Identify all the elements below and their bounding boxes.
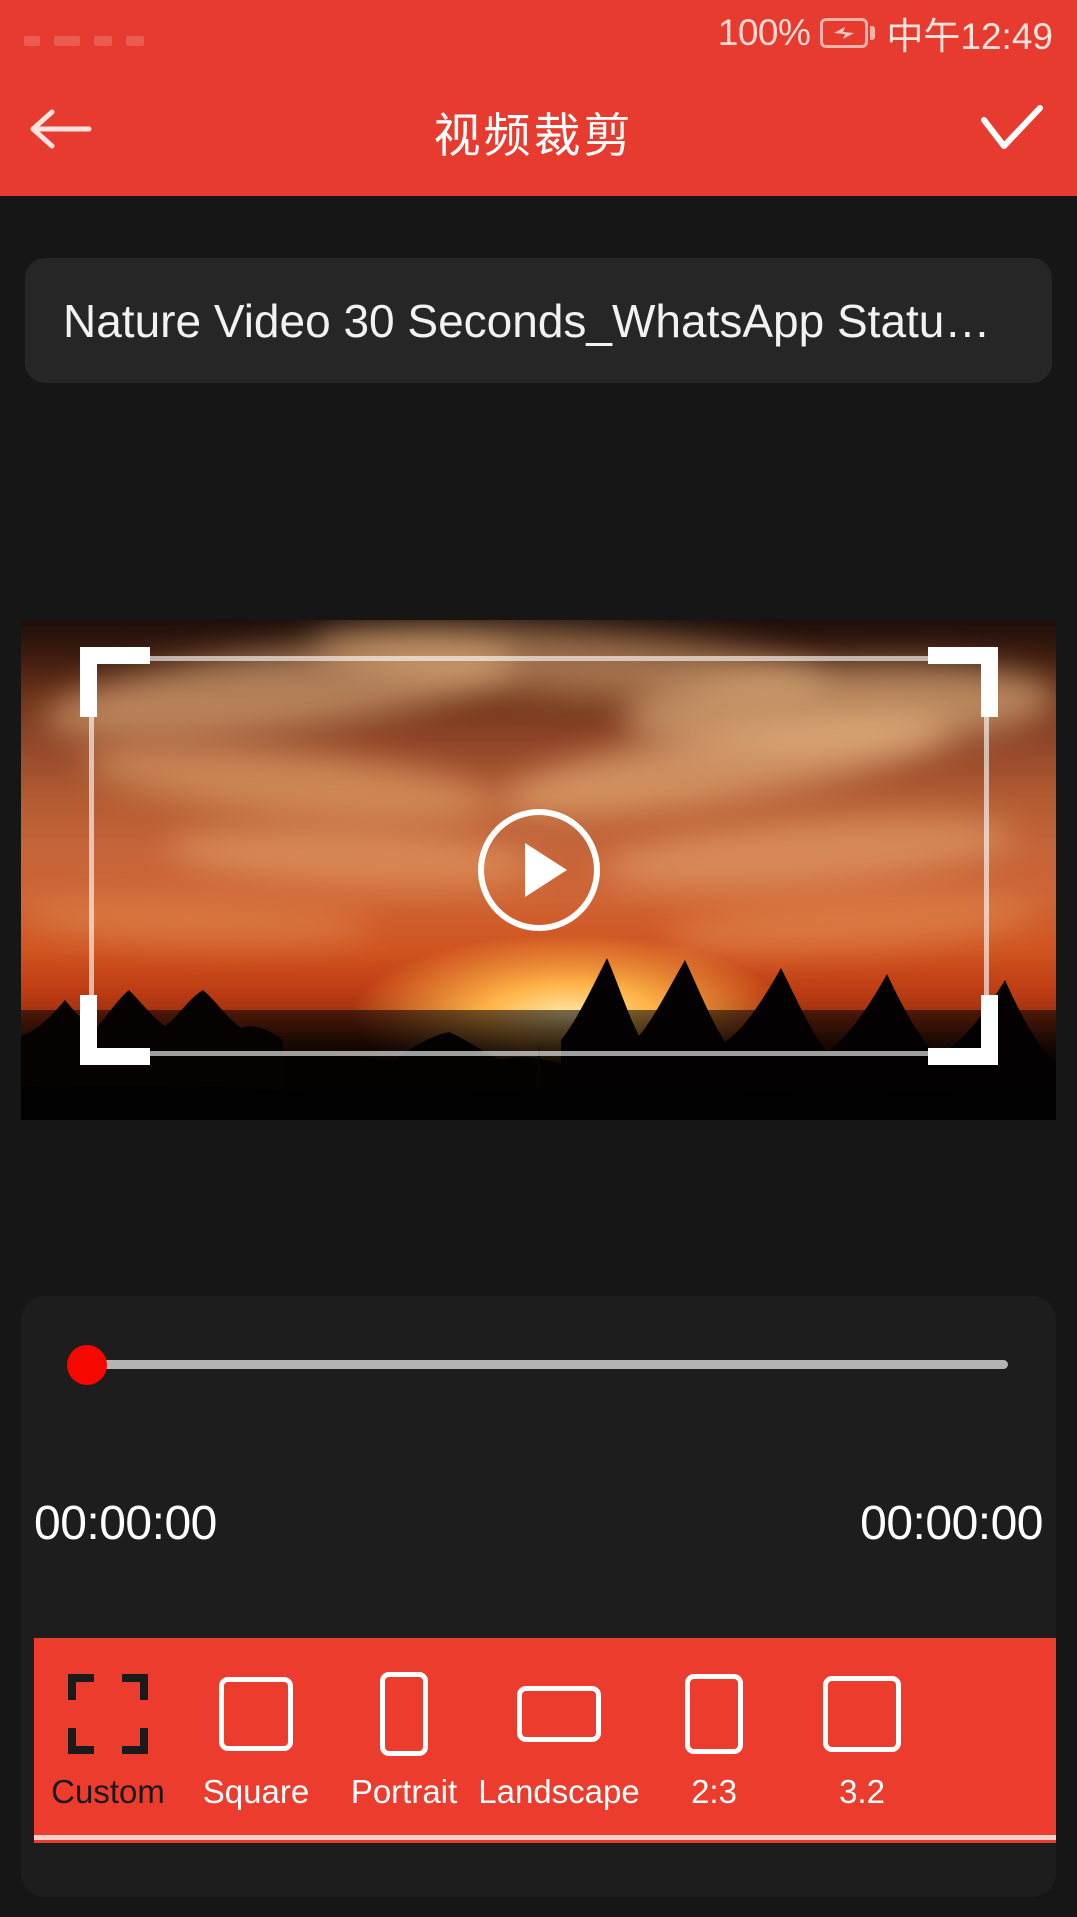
play-circle-icon[interactable] [477, 809, 600, 931]
battery-percent-label: 100% [717, 12, 811, 53]
ratio-option-custom-label: Custom [51, 1772, 165, 1810]
portrait-rect-icon [380, 1671, 428, 1757]
back-button[interactable] [0, 66, 120, 196]
page-title: 视频裁剪 [433, 108, 634, 162]
filename-field[interactable]: Nature Video 30 Seconds_WhatsApp Statu… [25, 258, 1052, 383]
notif-dot-3-icon [94, 36, 112, 46]
ratio-option-portrait[interactable]: Portrait [330, 1638, 478, 1843]
square-icon [219, 1671, 293, 1757]
landscape-rect-icon [517, 1671, 601, 1757]
app-bar: 视频裁剪 [0, 66, 1077, 196]
trim-end-time: 00:00:00 [860, 1497, 1043, 1550]
trim-slider-thumb[interactable] [67, 1345, 107, 1385]
trim-slider[interactable] [21, 1296, 1056, 1442]
ratio-option-landscape[interactable]: Landscape [478, 1638, 640, 1843]
crop-handle-bottom-left[interactable] [80, 995, 150, 1065]
ratio-option-square[interactable]: Square [182, 1638, 330, 1843]
status-bar-notifications [24, 20, 718, 46]
check-icon [978, 102, 1046, 161]
confirm-button[interactable] [947, 66, 1077, 196]
crop-handle-bottom-right[interactable] [928, 995, 998, 1065]
ratio-option-2-3[interactable]: 2:3 [640, 1638, 788, 1843]
ratio-option-portrait-label: Portrait [350, 1772, 458, 1810]
crop-handle-top-right[interactable] [928, 647, 998, 717]
status-bar: 100% 中午12:49 [0, 0, 1077, 66]
play-triangle-icon [524, 843, 567, 897]
ratio-option-custom[interactable]: Custom [34, 1638, 182, 1843]
ratio-option-3-2[interactable]: 3.2 [788, 1638, 936, 1843]
crop-corners-icon [68, 1671, 148, 1757]
trim-panel: 00:00:00 00:00:00 Custom Square Portrait… [21, 1296, 1056, 1897]
ratio-option-2-3-label: 2:3 [691, 1772, 737, 1810]
trim-slider-track[interactable] [78, 1360, 1008, 1369]
ratio-option-landscape-label: Landscape [478, 1772, 640, 1810]
video-crop-screen: 100% 中午12:49 视频裁剪 Nature Video 30 Second… [0, 0, 1077, 1917]
ratio-2-3-icon [685, 1671, 743, 1757]
filename-label: Nature Video 30 Seconds_WhatsApp Statu… [63, 294, 991, 347]
trim-time-row: 00:00:00 00:00:00 [21, 1496, 1056, 1551]
battery-charging-icon [820, 17, 876, 49]
aspect-ratio-toolbar[interactable]: Custom Square Portrait Landscape 2:3 3.2 [34, 1638, 1056, 1843]
ratio-option-3-2-label: 3.2 [839, 1772, 885, 1810]
ratio-3-2-icon [823, 1671, 901, 1757]
ratio-option-square-label: Square [202, 1772, 310, 1810]
crop-handle-top-left[interactable] [80, 647, 150, 717]
trim-start-time: 00:00:00 [34, 1497, 217, 1550]
notif-dot-4-icon [126, 36, 144, 46]
status-bar-clock: 中午12:49 [886, 16, 1053, 57]
notif-dot-1-icon [24, 36, 40, 46]
notif-dot-2-icon [54, 36, 80, 46]
status-bar-right: 100% 中午12:49 [718, 6, 1053, 60]
video-preview[interactable] [21, 620, 1056, 1120]
arrow-left-icon [27, 105, 93, 158]
aspect-ratio-underline [34, 1835, 1056, 1840]
